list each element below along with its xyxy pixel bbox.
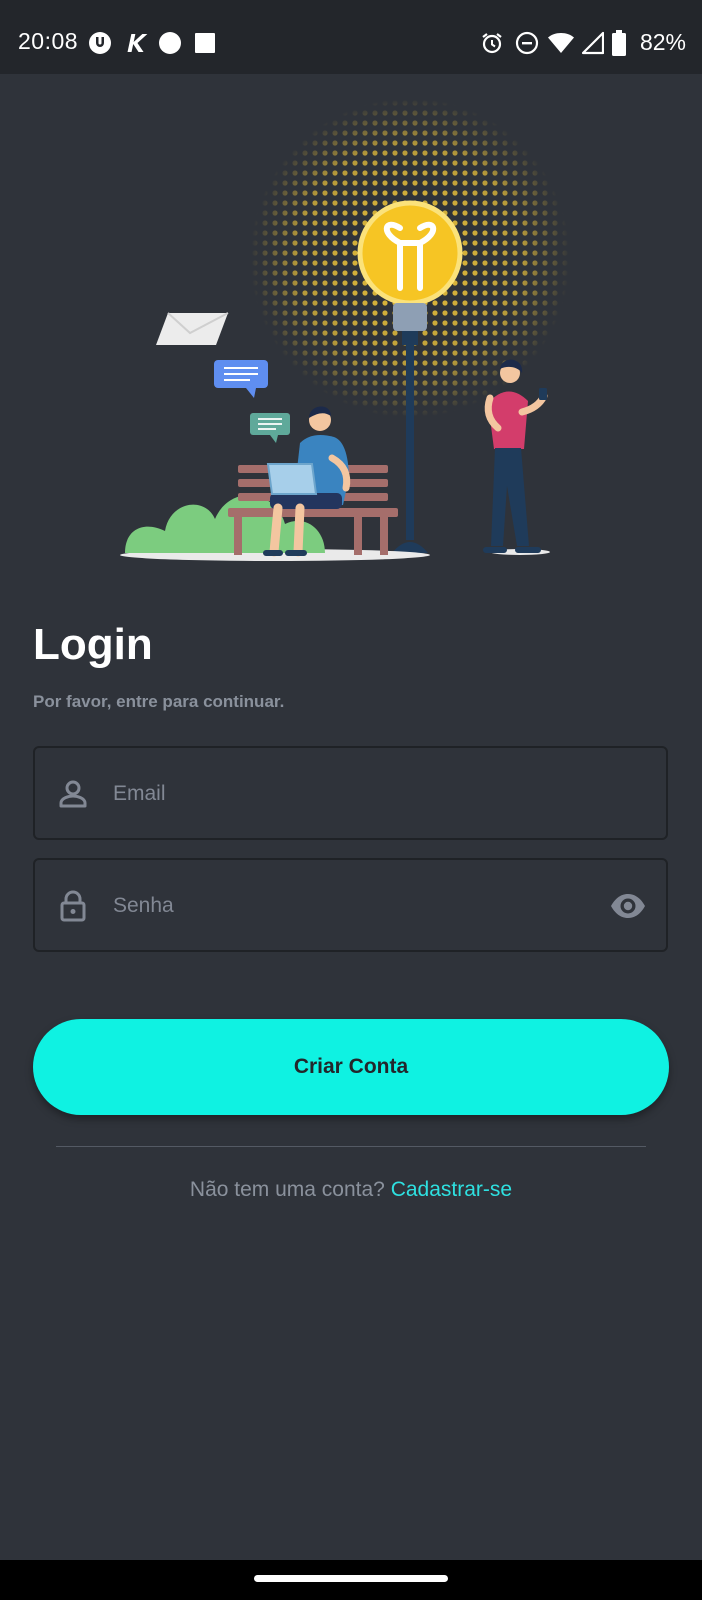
- vpn-key-icon: [89, 32, 111, 54]
- divider: [56, 1146, 646, 1147]
- light-bulb: [357, 200, 463, 306]
- password-input[interactable]: [111, 860, 595, 952]
- signup-row: Não tem uma conta? Cadastrar-se: [0, 1178, 702, 1202]
- email-field[interactable]: [33, 746, 668, 840]
- navigation-bar: [0, 1560, 702, 1600]
- wifi-icon: [548, 33, 574, 53]
- lock-icon: [60, 890, 86, 922]
- login-screen: 20:08 82% Login Por favor, entre para co…: [0, 0, 702, 1600]
- page-title: Login: [33, 620, 153, 669]
- battery-icon: [612, 30, 626, 56]
- signup-prompt: Não tem uma conta?: [189, 1178, 391, 1201]
- lamp-post: [406, 345, 414, 540]
- envelope: [156, 312, 229, 345]
- chat-bubble-green: [250, 413, 290, 443]
- home-gesture-bar[interactable]: [254, 1575, 448, 1582]
- alarm-icon: [482, 33, 502, 54]
- cell-signal-icon: [582, 31, 604, 55]
- bulb-base: [393, 303, 427, 331]
- battery-percent: 82%: [639, 29, 686, 55]
- password-field[interactable]: [33, 858, 668, 952]
- eye-icon[interactable]: [610, 888, 646, 924]
- status-bar: 20:08 82%: [0, 0, 702, 74]
- do-not-disturb-icon: [515, 31, 539, 55]
- email-input[interactable]: [111, 748, 595, 840]
- person-icon: [59, 780, 87, 808]
- create-account-button[interactable]: Criar Conta: [33, 1019, 669, 1115]
- circle-notification-icon: [159, 32, 181, 54]
- signup-link[interactable]: Cadastrar-se: [391, 1178, 512, 1201]
- square-notification-icon: [195, 33, 215, 53]
- page-subtitle: Por favor, entre para continuar.: [33, 692, 285, 711]
- status-time: 20:08: [18, 28, 79, 54]
- hero-illustration: [120, 98, 570, 561]
- app-k-icon: [127, 34, 148, 52]
